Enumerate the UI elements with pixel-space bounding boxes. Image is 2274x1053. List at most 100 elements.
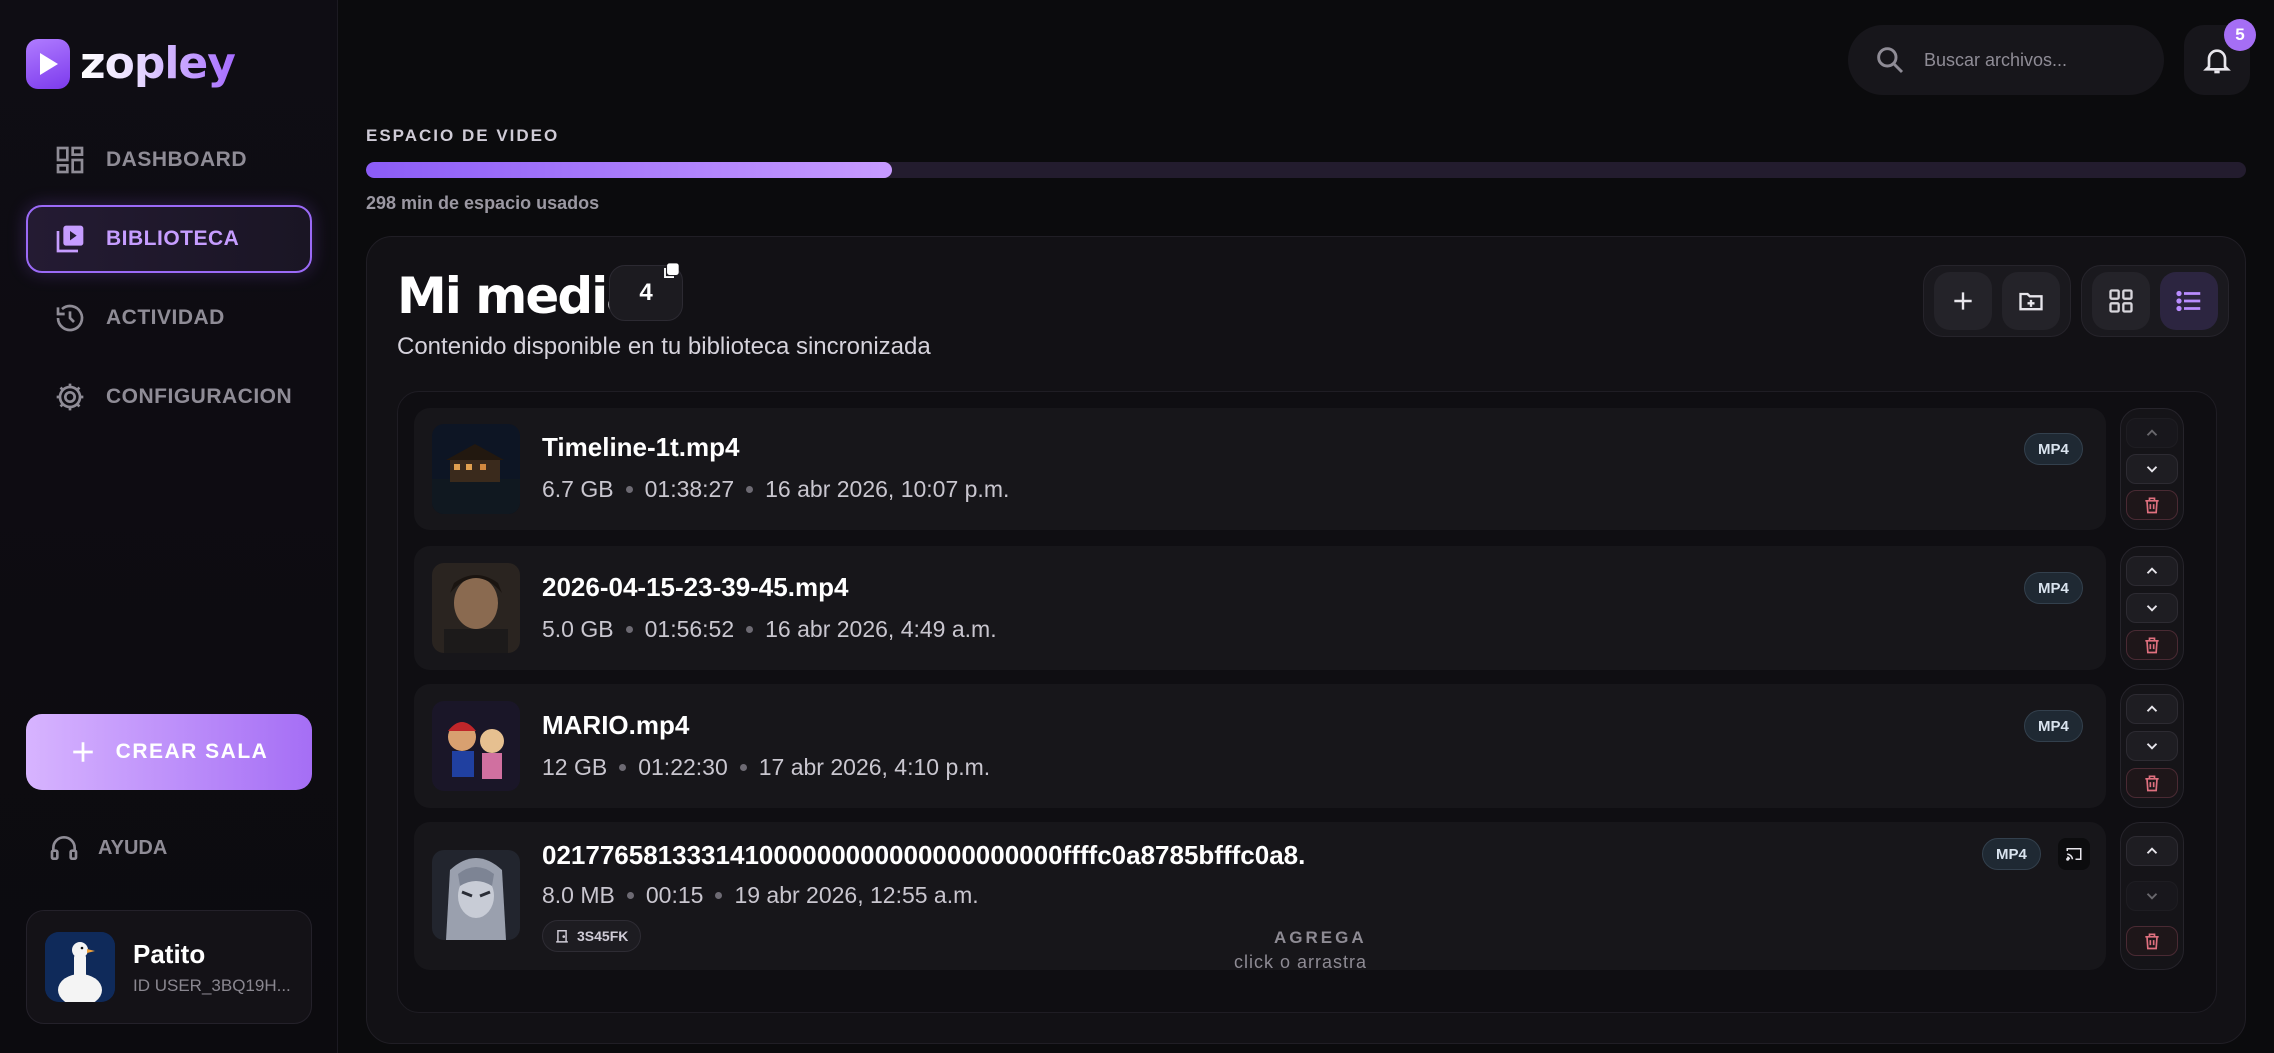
storage-used-text: 298 min de espacio usados: [366, 193, 600, 213]
trash-icon: [2145, 497, 2159, 514]
media-row[interactable]: MARIO.mp4 12 GB 01:22:30 17 abr 2026, 4:…: [414, 684, 2106, 808]
video-thumbnail: [432, 701, 520, 791]
move-up-button[interactable]: [2126, 556, 2178, 587]
sidebar-item-label: DASHBOARD: [106, 148, 247, 171]
page-title: Mi media: [397, 267, 640, 325]
notifications-button[interactable]: 5: [2184, 19, 2256, 95]
row-controls: [2120, 408, 2184, 530]
add-actions-group: [1923, 265, 2071, 337]
row-controls: [2120, 546, 2184, 670]
file-name: 2026-04-15-23-39-45.mp4: [542, 572, 849, 602]
trash-icon: [2145, 637, 2159, 653]
grid-view-button[interactable]: [2092, 272, 2150, 330]
video-thumbnail: [432, 563, 520, 653]
file-duration: 01:56:52: [644, 616, 735, 642]
move-up-button[interactable]: [2126, 836, 2178, 867]
door-icon: [556, 930, 568, 943]
row-controls: [2120, 822, 2184, 970]
search-icon: [1877, 47, 1904, 74]
plus-icon: [1954, 292, 1972, 310]
sidebar-item-configuracion[interactable]: CONFIGURACION: [26, 363, 312, 431]
sidebar-item-dashboard[interactable]: DASHBOARD: [26, 126, 312, 194]
sidebar-item-label: BIBLIOTECA: [106, 227, 240, 250]
storage-progress-bar: [366, 162, 2246, 178]
storage-progress-fill: [366, 162, 893, 178]
plus-icon: [72, 742, 93, 762]
media-row[interactable]: Timeline-1t.mp4 6.7 GB 01:38:27 16 abr 2…: [414, 408, 2106, 530]
search-input[interactable]: Buscar archivos...: [1924, 50, 2067, 71]
file-meta: 6.7 GB 01:38:27 16 abr 2026, 10:07 p.m.: [542, 476, 1009, 503]
format-badge: MP4: [2024, 433, 2083, 465]
move-up-button[interactable]: [2126, 418, 2178, 448]
room-code: 3S45FK: [577, 928, 629, 944]
list-icon: [2176, 290, 2201, 312]
file-date: 16 abr 2026, 4:49 a.m.: [765, 616, 997, 642]
file-date: 17 abr 2026, 4:10 p.m.: [758, 754, 991, 780]
file-duration: 01:22:30: [638, 754, 728, 780]
media-list: Timeline-1t.mp4 6.7 GB 01:38:27 16 abr 2…: [397, 391, 2217, 1013]
list-view-button[interactable]: [2160, 272, 2218, 330]
move-up-button[interactable]: [2126, 694, 2178, 725]
file-size: 5.0 GB: [542, 616, 614, 642]
sidebar-item-biblioteca[interactable]: BIBLIOTECA: [26, 205, 312, 273]
drop-zone-subtitle: click o arrastra: [1234, 952, 1368, 972]
delete-button[interactable]: [2126, 767, 2178, 798]
row-controls: [2120, 684, 2184, 808]
help-link[interactable]: AYUDA: [48, 832, 167, 864]
grid-icon: [2109, 289, 2133, 313]
file-size: 8.0 MB: [542, 882, 615, 908]
chevron-down-icon: [2146, 605, 2158, 612]
folder-plus-icon: [2019, 292, 2043, 311]
sidebar-item-label: ACTIVIDAD: [106, 306, 225, 329]
gear-icon: [56, 383, 84, 411]
sidebar-item-actividad[interactable]: ACTIVIDAD: [26, 284, 312, 352]
search-bar[interactable]: Buscar archivos...: [1848, 25, 2164, 95]
dashboard-icon: [56, 146, 84, 174]
format-badge: MP4: [2024, 710, 2083, 742]
chevron-up-icon: [2146, 429, 2158, 436]
move-down-button[interactable]: [2126, 592, 2178, 623]
delete-button[interactable]: [2126, 629, 2178, 660]
sidebar-nav: DASHBOARD BIBLIOTECA ACTIVIDAD CONFIGURA…: [26, 126, 312, 442]
notification-count-badge: 5: [2224, 19, 2256, 51]
create-room-label: CREAR SALA: [115, 740, 269, 763]
chevron-up-icon: [2146, 847, 2158, 855]
user-profile-card[interactable]: Patito ID USER_3BQ19H...: [26, 910, 312, 1024]
chevron-down-icon: [2146, 743, 2158, 750]
media-row[interactable]: 021776581333141000000000000000000000ffff…: [414, 822, 2106, 972]
chevron-down-icon: [2146, 893, 2158, 900]
file-date: 16 abr 2026, 10:07 p.m.: [765, 476, 1010, 502]
format-badge: MP4: [2024, 572, 2083, 604]
add-folder-button[interactable]: [2002, 272, 2060, 330]
add-media-button[interactable]: [1934, 272, 1992, 330]
page-subtitle: Contenido disponible en tu biblioteca si…: [397, 333, 931, 360]
file-name: MARIO.mp4: [542, 710, 690, 740]
room-code-tag[interactable]: 3S45FK: [542, 920, 642, 952]
file-duration: 00:15: [645, 882, 704, 908]
sidebar-item-label: CONFIGURACION: [106, 385, 293, 408]
video-thumbnail: [432, 850, 520, 940]
cast-icon[interactable]: [2058, 838, 2090, 870]
drop-zone-title[interactable]: AGREGA: [1274, 928, 1367, 948]
delete-button[interactable]: [2126, 490, 2178, 520]
file-meta: 12 GB 01:22:30 17 abr 2026, 4:10 p.m.: [542, 754, 990, 781]
trash-icon: [2145, 933, 2159, 949]
move-down-button[interactable]: [2126, 880, 2178, 911]
file-name: Timeline-1t.mp4: [542, 432, 740, 462]
chevron-down-icon: [2146, 466, 2158, 473]
move-down-button[interactable]: [2126, 454, 2178, 484]
file-meta: 8.0 MB 00:15 19 abr 2026, 12:55 a.m.: [542, 882, 979, 909]
file-size: 6.7 GB: [542, 476, 614, 502]
media-count-badge: 4: [609, 263, 683, 321]
move-down-button[interactable]: [2126, 730, 2178, 761]
bell-icon: [2203, 49, 2231, 74]
video-thumbnail: [432, 424, 520, 514]
view-toggle-group: [2081, 265, 2229, 337]
create-room-button[interactable]: CREAR SALA: [26, 714, 312, 790]
format-badge: MP4: [1982, 838, 2041, 870]
brand-logo[interactable]: zopley: [26, 38, 236, 89]
file-meta: 5.0 GB 01:56:52 16 abr 2026, 4:49 a.m.: [542, 616, 997, 643]
media-row[interactable]: 2026-04-15-23-39-45.mp4 5.0 GB 01:56:52 …: [414, 546, 2106, 670]
file-name: 021776581333141000000000000000000000ffff…: [542, 840, 1306, 870]
delete-button[interactable]: [2126, 925, 2178, 956]
